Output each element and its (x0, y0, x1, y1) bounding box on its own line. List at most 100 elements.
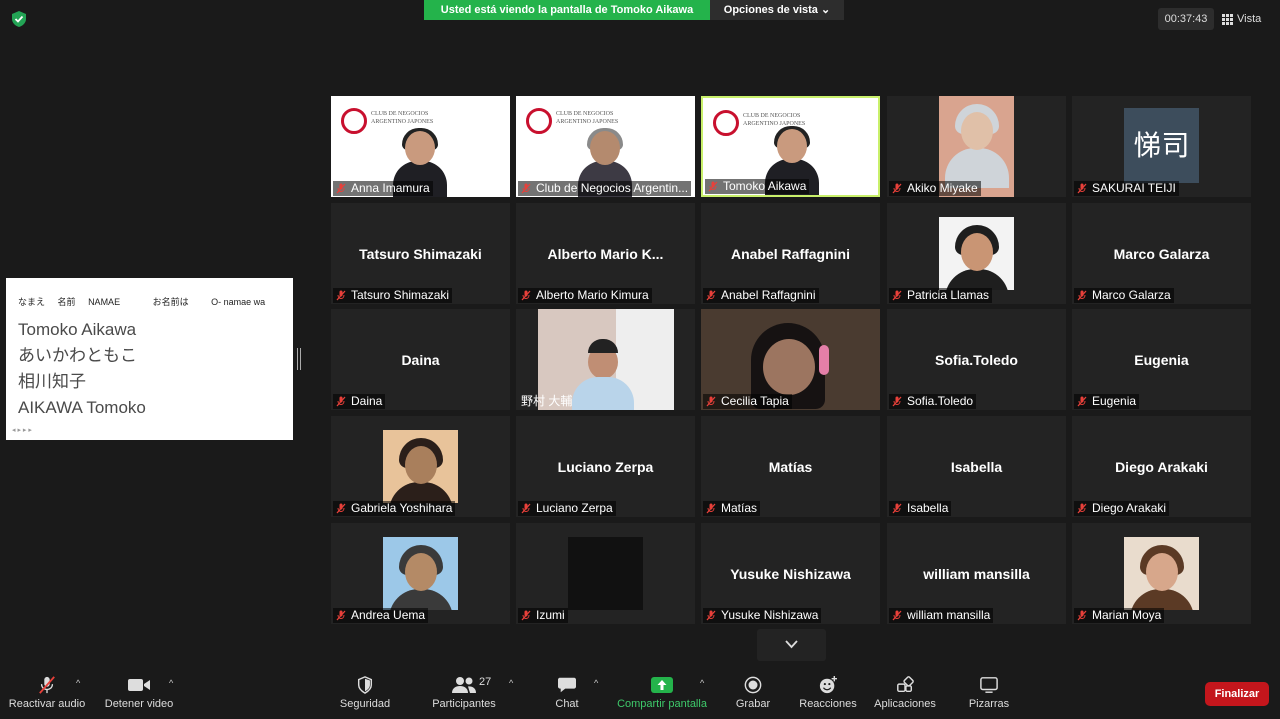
share-screen-icon (651, 677, 673, 693)
microphone-muted-icon (521, 503, 531, 514)
video-camera-icon (128, 679, 150, 691)
participant-tile[interactable]: Alberto Mario K... Alberto Mario Kimura (516, 203, 695, 304)
video-options-caret[interactable]: ^ (169, 678, 173, 688)
security-shield-icon[interactable] (10, 10, 28, 28)
name-line: AIKAWA Tomoko (18, 398, 146, 417)
microphone-muted-icon (521, 183, 531, 194)
participant-tile[interactable]: Daina Daina (331, 309, 510, 410)
chevron-down-icon: ⌄ (821, 4, 831, 16)
share-screen-button[interactable]: Compartir pantalla (612, 664, 712, 719)
microphone-muted-icon (336, 396, 346, 407)
name-line: あいかわともこ (18, 346, 137, 365)
participant-tile[interactable]: Matías Matías (701, 416, 880, 517)
participant-name: Diego Arakaki (1092, 501, 1167, 515)
microphone-muted-icon (1077, 503, 1087, 514)
participant-display-name: Marco Galarza (1113, 246, 1210, 262)
participants-icon (452, 677, 476, 693)
participant-tile[interactable]: 悌司 SAKURAI TEIJI (1072, 96, 1251, 197)
participant-name-label: Anna Imamura (333, 181, 433, 196)
participant-tile[interactable]: Marco Galarza Marco Galarza (1072, 203, 1251, 304)
shared-screen[interactable]: なまえ 名前 NAMAE お名前は O- namae wa Tomoko Aik… (6, 278, 293, 440)
shared-header-row: なまえ 名前 NAMAE お名前は O- namae wa (18, 295, 265, 308)
participant-tile[interactable]: Eugenia Eugenia (1072, 309, 1251, 410)
participant-name: Sofia.Toledo (907, 394, 974, 408)
participant-tile[interactable]: Akiko Miyake (887, 96, 1066, 197)
gallery-scroll-down-button[interactable] (757, 629, 826, 661)
profile-photo (1124, 537, 1199, 610)
slide-controls[interactable]: ◂ ▸ ▸ ▸ (12, 426, 32, 434)
chat-button[interactable]: Chat (547, 664, 587, 719)
participant-name: Alberto Mario Kimura (536, 288, 649, 302)
participant-tile[interactable]: Diego Arakaki Diego Arakaki (1072, 416, 1251, 517)
participant-name: Yusuke Nishizawa (721, 608, 819, 622)
participant-tile[interactable]: CLUB DE NEGOCIOS ARGENTINO JAPONES Tomoko… (701, 96, 880, 197)
participant-tile[interactable]: william mansilla william mansilla (887, 523, 1066, 624)
microphone-muted-icon (706, 290, 716, 301)
security-label: Seguridad (339, 698, 391, 710)
participant-tile[interactable]: Tatsuro Shimazaki Tatsuro Shimazaki (331, 203, 510, 304)
reactions-button[interactable]: Reacciones (796, 664, 860, 719)
record-button[interactable]: Grabar (732, 664, 774, 719)
chevron-down-icon (785, 640, 798, 649)
audio-options-caret[interactable]: ^ (76, 678, 80, 688)
participant-tile[interactable]: Anabel Raffagnini Anabel Raffagnini (701, 203, 880, 304)
participant-name: Akiko Miyake (907, 181, 978, 195)
participant-tile[interactable]: CLUB DE NEGOCIOS ARGENTINO JAPONES Anna I… (331, 96, 510, 197)
participant-tile[interactable]: Patricia Llamas (887, 203, 1066, 304)
participant-tile[interactable]: Isabella Isabella (887, 416, 1066, 517)
participant-tile[interactable]: Marian Moya (1072, 523, 1251, 624)
participant-name-label: Izumi (518, 608, 568, 623)
participant-name: SAKURAI TEIJI (1092, 181, 1176, 195)
participant-name: Eugenia (1092, 394, 1137, 408)
participant-tile[interactable]: CLUB DE NEGOCIOS ARGENTINO JAPONES Club d… (516, 96, 695, 197)
participant-name-label: Sofia.Toledo (889, 394, 977, 409)
participant-tile[interactable]: Izumi (516, 523, 695, 624)
participant-name: Andrea Uema (351, 608, 426, 622)
microphone-muted-icon (892, 290, 902, 301)
participant-display-name: william mansilla (923, 566, 1030, 582)
participant-name-label: Matías (703, 501, 761, 516)
participants-options-caret[interactable]: ^ (509, 678, 513, 688)
microphone-muted-icon (706, 503, 716, 514)
participant-name: Tomoko Aikawa (723, 179, 807, 193)
microphone-muted-icon (1077, 396, 1087, 407)
view-options-button[interactable]: Opciones de vista ⌄ (710, 0, 844, 20)
participant-tile[interactable]: Luciano Zerpa Luciano Zerpa (516, 416, 695, 517)
microphone-muted-icon (336, 503, 346, 514)
profile-photo (568, 537, 643, 610)
participant-display-name: Eugenia (1134, 352, 1189, 368)
end-meeting-button[interactable]: Finalizar (1205, 682, 1269, 706)
participant-tile[interactable]: Andrea Uema (331, 523, 510, 624)
share-options-caret[interactable]: ^ (700, 678, 704, 688)
split-handle[interactable] (297, 348, 301, 370)
club-title: CLUB DE NEGOCIOS ARGENTINO JAPONES (556, 111, 619, 125)
chat-options-caret[interactable]: ^ (594, 678, 598, 688)
microphone-muted-icon (521, 290, 531, 301)
participant-name-label: 野村 大輔 (518, 394, 575, 409)
participant-tile[interactable]: Sofia.Toledo Sofia.Toledo (887, 309, 1066, 410)
participant-tile[interactable]: Gabriela Yoshihara (331, 416, 510, 517)
participant-name-label: Yusuke Nishizawa (703, 608, 822, 623)
participant-name-label: Akiko Miyake (889, 181, 981, 196)
header-onamaewa: お名前は (152, 297, 189, 307)
participants-count: 27 (479, 676, 492, 688)
participant-tile[interactable]: 野村 大輔 (516, 309, 695, 410)
unmute-audio-button[interactable]: Reactivar audio (4, 664, 90, 719)
whiteboards-button[interactable]: Pizarras (962, 664, 1016, 719)
smiley-add-icon (819, 676, 837, 694)
participant-display-name: Yusuke Nishizawa (730, 566, 851, 582)
security-button[interactable]: Seguridad (335, 664, 395, 719)
participant-name-label: Isabella (889, 501, 952, 516)
stop-video-button[interactable]: Detener video (100, 664, 178, 719)
name-line: 相川知子 (18, 372, 86, 391)
participants-label: Participantes (432, 698, 496, 710)
participant-name-label: Daina (333, 394, 386, 409)
view-button[interactable]: Vista (1222, 8, 1272, 30)
participant-name: Marco Galarza (1092, 288, 1171, 302)
participant-tile[interactable]: Yusuke Nishizawa Yusuke Nishizawa (701, 523, 880, 624)
participant-name: Tatsuro Shimazaki (351, 288, 450, 302)
participant-tile[interactable]: Cecilia Tapia (701, 309, 880, 410)
participants-button[interactable]: Participantes (428, 664, 500, 719)
apps-button[interactable]: Aplicaciones (868, 664, 942, 719)
whiteboards-label: Pizarras (968, 698, 1010, 710)
